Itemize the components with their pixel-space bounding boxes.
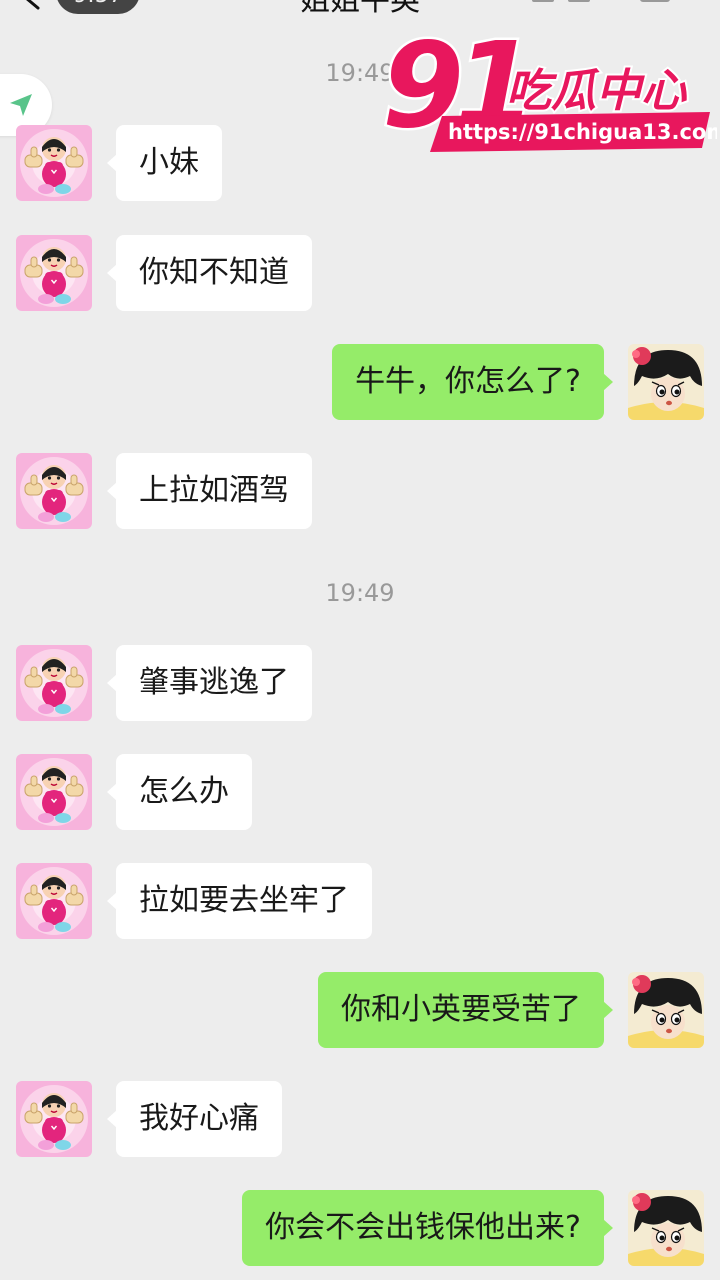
maruko-avatar-icon [628,1190,704,1266]
status-icons [532,0,670,2]
incoming-avatar[interactable] [16,1081,92,1157]
cartoon-girl-avatar-icon [16,754,92,830]
navigation-arrow-icon [10,94,32,116]
outgoing-message-bubble[interactable]: 你会不会出钱保他出来? [242,1190,613,1266]
cartoon-girl-avatar-icon [16,453,92,529]
incoming-message-bubble[interactable]: 你知不知道 [107,235,312,311]
cartoon-girl-avatar-icon [16,863,92,939]
cartoon-girl-avatar-icon [16,1081,92,1157]
watermark-url: https://91chigua13.com [448,120,717,144]
outgoing-avatar[interactable] [628,1190,704,1266]
cartoon-girl-avatar-icon [16,645,92,721]
cartoon-girl-avatar-icon [16,235,92,311]
outgoing-avatar[interactable] [628,972,704,1048]
incoming-message-bubble[interactable]: 上拉如酒驾 [107,453,312,529]
incoming-avatar[interactable] [16,453,92,529]
watermark-logo: 91 吃瓜中心 https://91chigua13.com [380,14,718,154]
incoming-avatar[interactable] [16,754,92,830]
incoming-message-bubble[interactable]: 小妹 [107,125,222,201]
outgoing-message-bubble[interactable]: 你和小英要受苦了 [318,972,613,1048]
maruko-avatar-icon [628,344,704,420]
incoming-avatar[interactable] [16,235,92,311]
incoming-avatar[interactable] [16,863,92,939]
incoming-avatar[interactable] [16,645,92,721]
maruko-avatar-icon [628,972,704,1048]
incoming-avatar[interactable] [16,125,92,201]
incoming-message-bubble[interactable]: 怎么办 [107,754,252,830]
incoming-message-bubble[interactable]: 我好心痛 [107,1081,282,1157]
status-time: 9:57 [56,0,140,14]
incoming-message-bubble[interactable]: 肇事逃逸了 [107,645,312,721]
message-timestamp: 19:49 [325,579,395,607]
cartoon-girl-avatar-icon [16,125,92,201]
watermark-name: 吃瓜中心 [506,64,688,117]
incoming-message-bubble[interactable]: 拉如要去坐牢了 [107,863,372,939]
outgoing-message-bubble[interactable]: 牛牛，你怎么了? [332,344,613,420]
back-icon[interactable] [18,0,46,12]
outgoing-avatar[interactable] [628,344,704,420]
